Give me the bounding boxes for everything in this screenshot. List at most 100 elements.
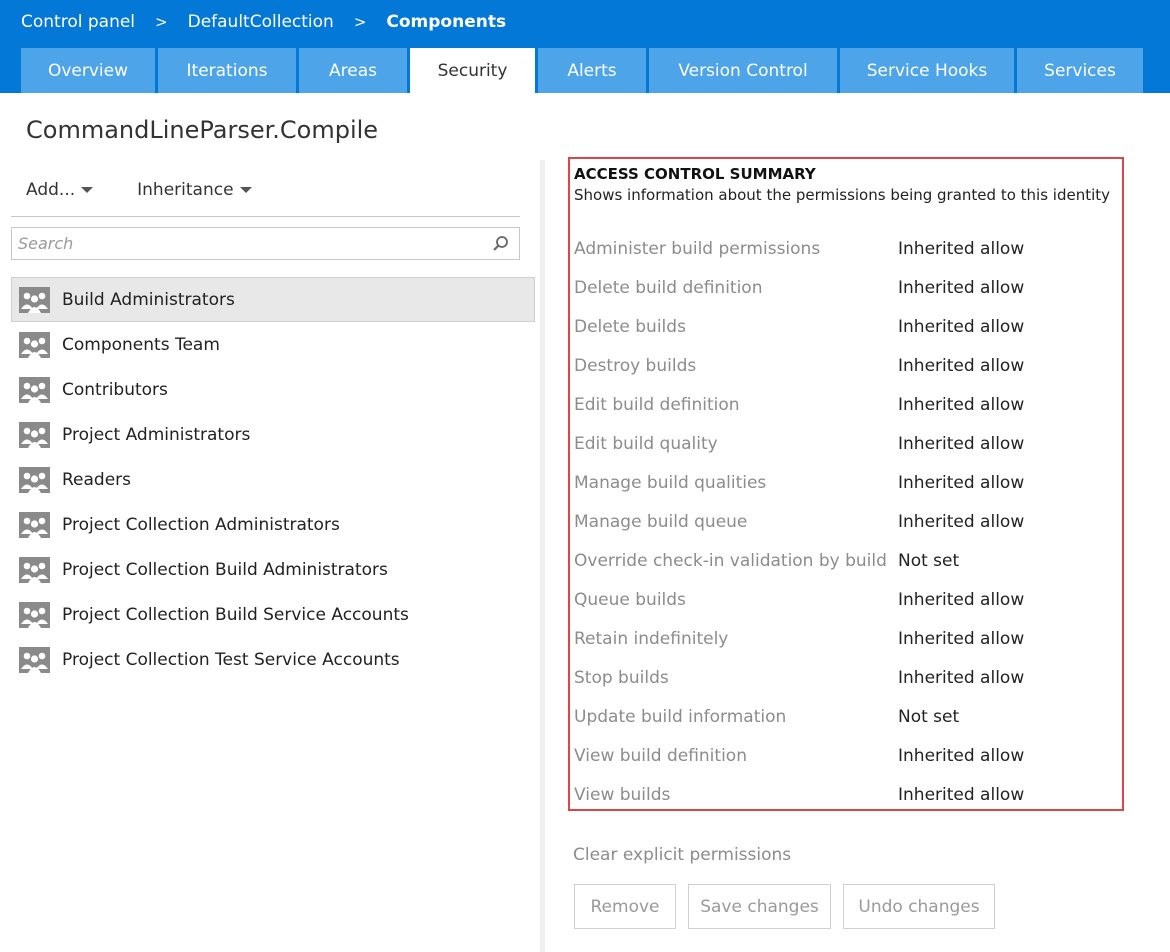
permission-value[interactable]: Inherited allow [898,590,1024,610]
group-name: Project Collection Build Service Account… [62,604,409,625]
breadcrumb-default-collection[interactable]: DefaultCollection [188,12,334,32]
inheritance-menu-button[interactable]: Inheritance [137,180,252,200]
group-item-project-administrators[interactable]: Project Administrators [11,412,535,457]
pane-splitter[interactable] [540,160,545,952]
breadcrumb-separator: > [155,13,168,31]
group-icon [19,376,50,403]
permission-value[interactable]: Inherited allow [898,512,1024,532]
action-buttons: Remove Save changes Undo changes [574,884,1007,929]
permission-name: Override check-in validation by build [574,550,887,571]
app-header: Control panel > DefaultCollection > Comp… [0,0,1170,93]
permission-row: Retain indefinitely Inherited allow [574,619,1114,658]
group-icon [19,421,50,448]
permission-value[interactable]: Not set [898,707,959,727]
permission-name: Destroy builds [574,355,697,376]
acs-description: Shows information about the permissions … [574,186,1111,204]
undo-changes-button[interactable]: Undo changes [843,884,995,929]
group-item-project-collection-build-service-accounts[interactable]: Project Collection Build Service Account… [11,592,535,637]
save-changes-button[interactable]: Save changes [688,884,831,929]
group-icon [19,331,50,358]
permission-row: Delete builds Inherited allow [574,307,1114,346]
group-item-components-team[interactable]: Components Team [11,322,535,367]
group-name: Project Collection Administrators [62,514,340,535]
permission-value[interactable]: Inherited allow [898,473,1024,493]
permission-row: Manage build qualities Inherited allow [574,463,1114,502]
search-box [11,227,520,260]
permission-value[interactable]: Not set [898,551,959,571]
permission-name: Retain indefinitely [574,628,729,649]
permission-name: Queue builds [574,589,686,610]
tab-iterations[interactable]: Iterations [158,48,296,93]
group-item-project-collection-administrators[interactable]: Project Collection Administrators [11,502,535,547]
caret-down-icon [239,187,252,193]
acs-title: ACCESS CONTROL SUMMARY [574,165,816,183]
permission-value[interactable]: Inherited allow [898,356,1024,376]
tab-overview[interactable]: Overview [21,48,155,93]
access-control-summary: ACCESS CONTROL SUMMARY Shows information… [568,157,1124,811]
breadcrumb-separator: > [353,13,367,31]
permission-row: Update build information Not set [574,697,1114,736]
group-list: Build Administrators Components Team Con… [11,277,535,682]
permission-row: Manage build queue Inherited allow [574,502,1114,541]
group-icon [19,511,50,538]
permission-value[interactable]: Inherited allow [898,668,1024,688]
group-name: Contributors [62,379,168,400]
group-item-contributors[interactable]: Contributors [11,367,535,412]
permission-value[interactable]: Inherited allow [898,434,1024,454]
tab-areas[interactable]: Areas [299,48,407,93]
permission-value[interactable]: Inherited allow [898,785,1024,805]
permission-name: Manage build qualities [574,472,767,493]
group-name: Components Team [62,334,220,355]
permission-row: Override check-in validation by build Not… [574,541,1114,580]
permission-value[interactable]: Inherited allow [898,746,1024,766]
permission-name: View build definition [574,745,747,766]
group-item-project-collection-test-service-accounts[interactable]: Project Collection Test Service Accounts [11,637,535,682]
group-item-project-collection-build-administrators[interactable]: Project Collection Build Administrators [11,547,535,592]
toolbar-divider [11,216,520,217]
permission-row: Stop builds Inherited allow [574,658,1114,697]
tab-security[interactable]: Security [410,48,535,93]
tab-service-hooks[interactable]: Service Hooks [840,48,1014,93]
permission-row: Edit build quality Inherited allow [574,424,1114,463]
permission-row: Destroy builds Inherited allow [574,346,1114,385]
group-icon [19,286,50,313]
permission-value[interactable]: Inherited allow [898,239,1024,259]
group-name: Readers [62,469,132,490]
tab-services[interactable]: Services [1017,48,1143,93]
permission-name: Delete builds [574,316,686,337]
permission-name: Edit build definition [574,394,740,415]
left-toolbar: Add... Inheritance [26,180,296,200]
group-name: Build Administrators [62,289,235,310]
breadcrumb-components: Components [386,12,507,32]
clear-explicit-permissions-link[interactable]: Clear explicit permissions [573,845,791,865]
permission-name: View builds [574,784,671,805]
group-item-readers[interactable]: Readers [11,457,535,502]
permission-value[interactable]: Inherited allow [898,395,1024,415]
breadcrumb-control-panel[interactable]: Control panel [21,12,135,32]
group-name: Project Administrators [62,424,251,445]
tab-bar: Overview Iterations Areas Security Alert… [21,48,1146,93]
permission-row: View builds Inherited allow [574,775,1114,814]
search-input[interactable] [12,228,489,259]
group-item-build-administrators[interactable]: Build Administrators [11,277,535,322]
add-menu-label: Add... [26,180,76,200]
add-menu-button[interactable]: Add... [26,180,94,200]
search-icon[interactable] [489,233,511,255]
tab-alerts[interactable]: Alerts [538,48,646,93]
tab-version-control[interactable]: Version Control [649,48,837,93]
group-name: Project Collection Build Administrators [62,559,388,580]
breadcrumb: Control panel > DefaultCollection > Comp… [21,10,506,34]
caret-down-icon [81,187,94,193]
permission-row: Queue builds Inherited allow [574,580,1114,619]
permission-row: View build definition Inherited allow [574,736,1114,775]
group-icon [19,466,50,493]
permission-name: Edit build quality [574,433,718,454]
page-title: CommandLineParser.Compile [26,116,379,144]
group-name: Project Collection Test Service Accounts [62,649,400,670]
permission-value[interactable]: Inherited allow [898,278,1024,298]
permission-name: Delete build definition [574,277,763,298]
remove-button[interactable]: Remove [574,884,676,929]
permission-value[interactable]: Inherited allow [898,317,1024,337]
permission-value[interactable]: Inherited allow [898,629,1024,649]
permission-row: Edit build definition Inherited allow [574,385,1114,424]
